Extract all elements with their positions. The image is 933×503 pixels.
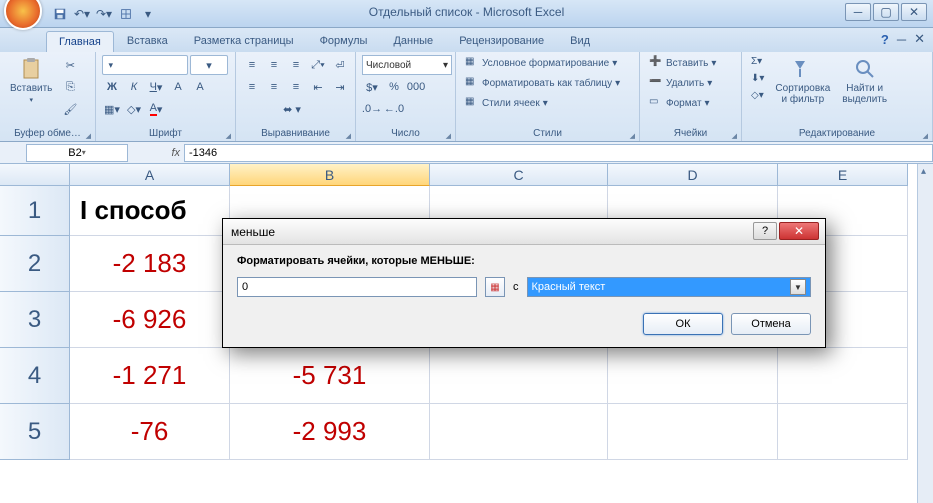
modal-overlay: меньше ? ✕ Форматировать ячейки, которые… [0,0,933,503]
format-select[interactable]: Красный текст ▼ [527,277,812,297]
less-than-dialog: меньше ? ✕ Форматировать ячейки, которые… [222,218,826,348]
dialog-title: меньше [231,225,275,239]
with-label: с [513,281,519,293]
dialog-close-button[interactable]: ✕ [779,222,819,240]
dialog-label: Форматировать ячейки, которые МЕНЬШЕ: [237,255,811,267]
dialog-help-button[interactable]: ? [753,222,777,240]
cancel-button[interactable]: Отмена [731,313,811,335]
threshold-input[interactable] [237,277,477,297]
dialog-titlebar[interactable]: меньше ? ✕ [223,219,825,245]
ok-button[interactable]: ОК [643,313,723,335]
chevron-down-icon: ▼ [790,279,806,295]
range-selector-icon[interactable]: ▦ [485,277,505,297]
